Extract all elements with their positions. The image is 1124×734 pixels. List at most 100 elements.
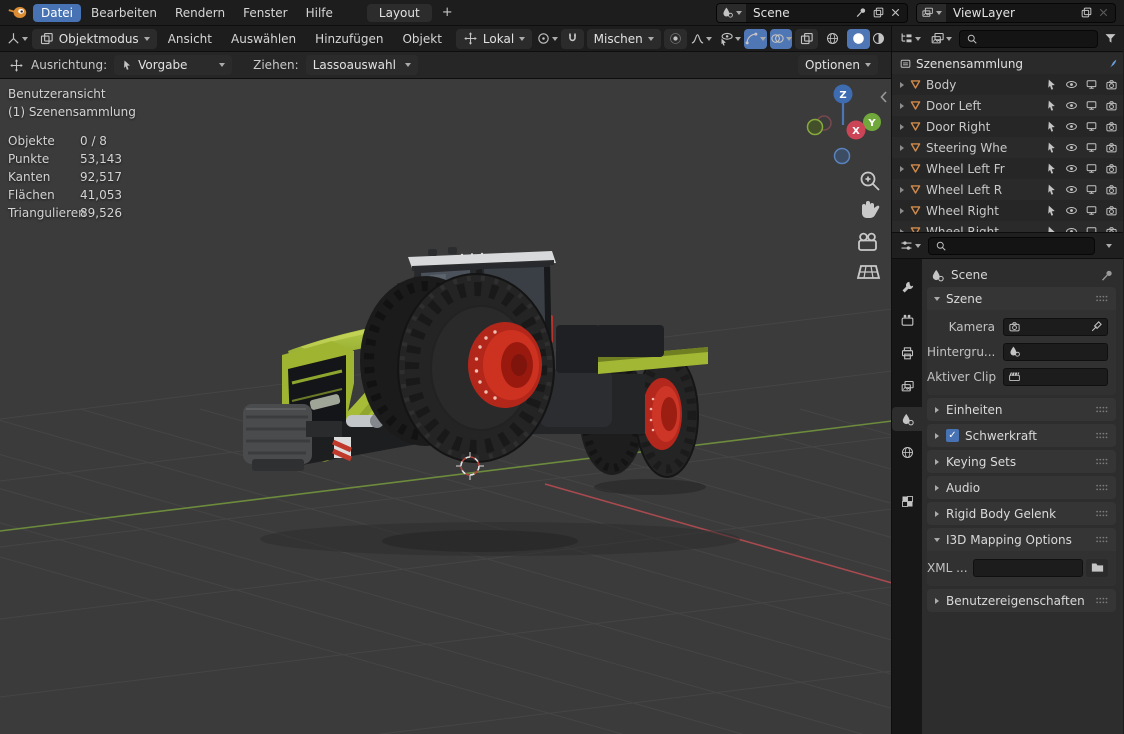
selectable-cursor-icon[interactable] [1045, 162, 1058, 175]
outliner-display-mode-button[interactable] [928, 29, 954, 49]
monitor-icon[interactable] [1085, 183, 1098, 196]
panel-rigid-body-header[interactable]: Rigid Body Gelenk [927, 502, 1116, 525]
monitor-icon[interactable] [1085, 162, 1098, 175]
panel-einheiten-header[interactable]: Einheiten [927, 398, 1116, 421]
eyedropper-icon[interactable] [1090, 320, 1103, 333]
camera-icon[interactable] [1105, 225, 1118, 232]
menu-rendern[interactable]: Rendern [167, 4, 233, 22]
filter-funnel-icon[interactable] [1103, 31, 1118, 46]
viewport-3d[interactable]: CLAAS [0, 79, 891, 734]
zoom-icon[interactable] [862, 173, 880, 191]
ortho-grid-icon[interactable] [858, 266, 879, 278]
camera-icon[interactable] [1105, 120, 1118, 133]
menu-hinzufuegen[interactable]: Hinzufügen [307, 30, 391, 48]
drag-value-dropdown[interactable]: Lassoauswahl [306, 55, 418, 75]
outliner-row[interactable]: Wheel Left R [892, 179, 1123, 200]
panel-audio-header[interactable]: Audio [927, 476, 1116, 499]
options-dropdown[interactable]: Optionen [798, 55, 878, 75]
tab-view-layer[interactable] [892, 374, 922, 398]
properties-editor-type-button[interactable] [897, 236, 923, 256]
editor-type-button[interactable] [6, 29, 29, 49]
monitor-icon[interactable] [1085, 225, 1098, 232]
monitor-icon[interactable] [1085, 78, 1098, 91]
properties-options-button[interactable] [1100, 236, 1118, 256]
outliner-row[interactable]: Steering Whe [892, 137, 1123, 158]
monitor-icon[interactable] [1085, 141, 1098, 154]
eye-icon[interactable] [1065, 162, 1078, 175]
properties-search-input[interactable] [951, 239, 1088, 253]
hand-icon[interactable] [862, 201, 879, 218]
camera-icon[interactable] [1105, 162, 1118, 175]
orientation-dropdown[interactable]: Lokal [456, 29, 532, 49]
outliner-row[interactable]: Wheel Right [892, 200, 1123, 221]
outliner-row[interactable]: Wheel Right [892, 221, 1123, 232]
camera-field[interactable] [1003, 318, 1108, 336]
eye-icon[interactable] [1065, 120, 1078, 133]
background-scene-field[interactable] [1003, 343, 1108, 361]
tab-tool[interactable] [892, 275, 922, 299]
menu-auswaehlen[interactable]: Auswählen [223, 30, 304, 48]
file-browse-button[interactable] [1086, 559, 1108, 577]
menu-hilfe[interactable]: Hilfe [298, 4, 341, 22]
camera-view-icon[interactable] [859, 234, 876, 250]
new-viewlayer-icon[interactable] [1080, 6, 1093, 19]
menu-fenster[interactable]: Fenster [235, 4, 296, 22]
sidebar-collapse-arrow-icon[interactable] [882, 92, 887, 102]
outliner-row[interactable]: Door Right [892, 116, 1123, 137]
viewlayer-browse-button[interactable] [917, 4, 946, 22]
gizmos-toggle[interactable] [744, 29, 767, 49]
xml-path-input[interactable] [973, 559, 1083, 577]
grip-icon[interactable] [1094, 506, 1109, 521]
axis-minus-y-ball[interactable] [808, 120, 823, 135]
outliner-row-body[interactable]: Body [892, 74, 1123, 95]
camera-icon[interactable] [1105, 141, 1118, 154]
grip-icon[interactable] [1094, 454, 1109, 469]
axis-minus-z-ball[interactable] [835, 149, 850, 164]
grip-icon[interactable] [1094, 428, 1109, 443]
active-clip-field[interactable] [1003, 368, 1108, 386]
add-workspace-button[interactable]: + [442, 5, 453, 20]
pin-icon[interactable] [855, 6, 868, 19]
tab-render[interactable] [892, 308, 922, 332]
menu-datei[interactable]: Datei [33, 4, 81, 22]
panel-keying-sets-header[interactable]: Keying Sets [927, 450, 1116, 473]
selectable-cursor-icon[interactable] [1045, 225, 1058, 232]
close-icon[interactable] [889, 6, 902, 19]
blender-logo-icon[interactable] [8, 5, 27, 20]
outliner-row[interactable]: Wheel Left Fr [892, 158, 1123, 179]
move-tool-icon[interactable] [9, 58, 24, 73]
outliner-row[interactable]: Door Left [892, 95, 1123, 116]
viewlayer-selector[interactable]: ViewLayer [916, 3, 1116, 23]
selectable-cursor-icon[interactable] [1045, 204, 1058, 217]
xray-toggle[interactable] [795, 29, 818, 49]
gravity-checkbox[interactable]: ✓ [946, 429, 959, 442]
mode-dropdown[interactable]: Objektmodus [32, 29, 157, 49]
tab-output[interactable] [892, 341, 922, 365]
navigation-gizmo[interactable]: Z Y X [808, 85, 882, 164]
tab-world[interactable] [892, 440, 922, 464]
eye-icon[interactable] [1065, 204, 1078, 217]
orientation-value-dropdown[interactable]: Vorgabe [114, 55, 232, 75]
monitor-icon[interactable] [1085, 204, 1098, 217]
pivot-dropdown[interactable] [535, 29, 558, 49]
tab-scene[interactable] [892, 407, 922, 431]
selectable-cursor-icon[interactable] [1045, 78, 1058, 91]
snap-with-dropdown[interactable]: Mischen [587, 29, 661, 49]
properties-search[interactable] [928, 237, 1095, 255]
eye-icon[interactable] [1065, 225, 1078, 232]
monitor-icon[interactable] [1085, 120, 1098, 133]
grip-icon[interactable] [1094, 532, 1109, 547]
scene-browse-button[interactable] [717, 4, 746, 22]
grip-icon[interactable] [1094, 593, 1109, 608]
panel-custom-properties-header[interactable]: Benutzereigenschaften [927, 589, 1116, 612]
outliner-search-input[interactable] [982, 32, 1091, 46]
new-scene-icon[interactable] [872, 6, 885, 19]
outliner-editor-type-button[interactable] [897, 29, 923, 49]
camera-icon[interactable] [1105, 99, 1118, 112]
viewport-nav-buttons[interactable] [858, 173, 879, 279]
grip-icon[interactable] [1094, 402, 1109, 417]
menu-ansicht[interactable]: Ansicht [160, 30, 220, 48]
grip-icon[interactable] [1094, 291, 1109, 306]
outliner-search[interactable] [959, 30, 1098, 48]
monitor-icon[interactable] [1085, 99, 1098, 112]
